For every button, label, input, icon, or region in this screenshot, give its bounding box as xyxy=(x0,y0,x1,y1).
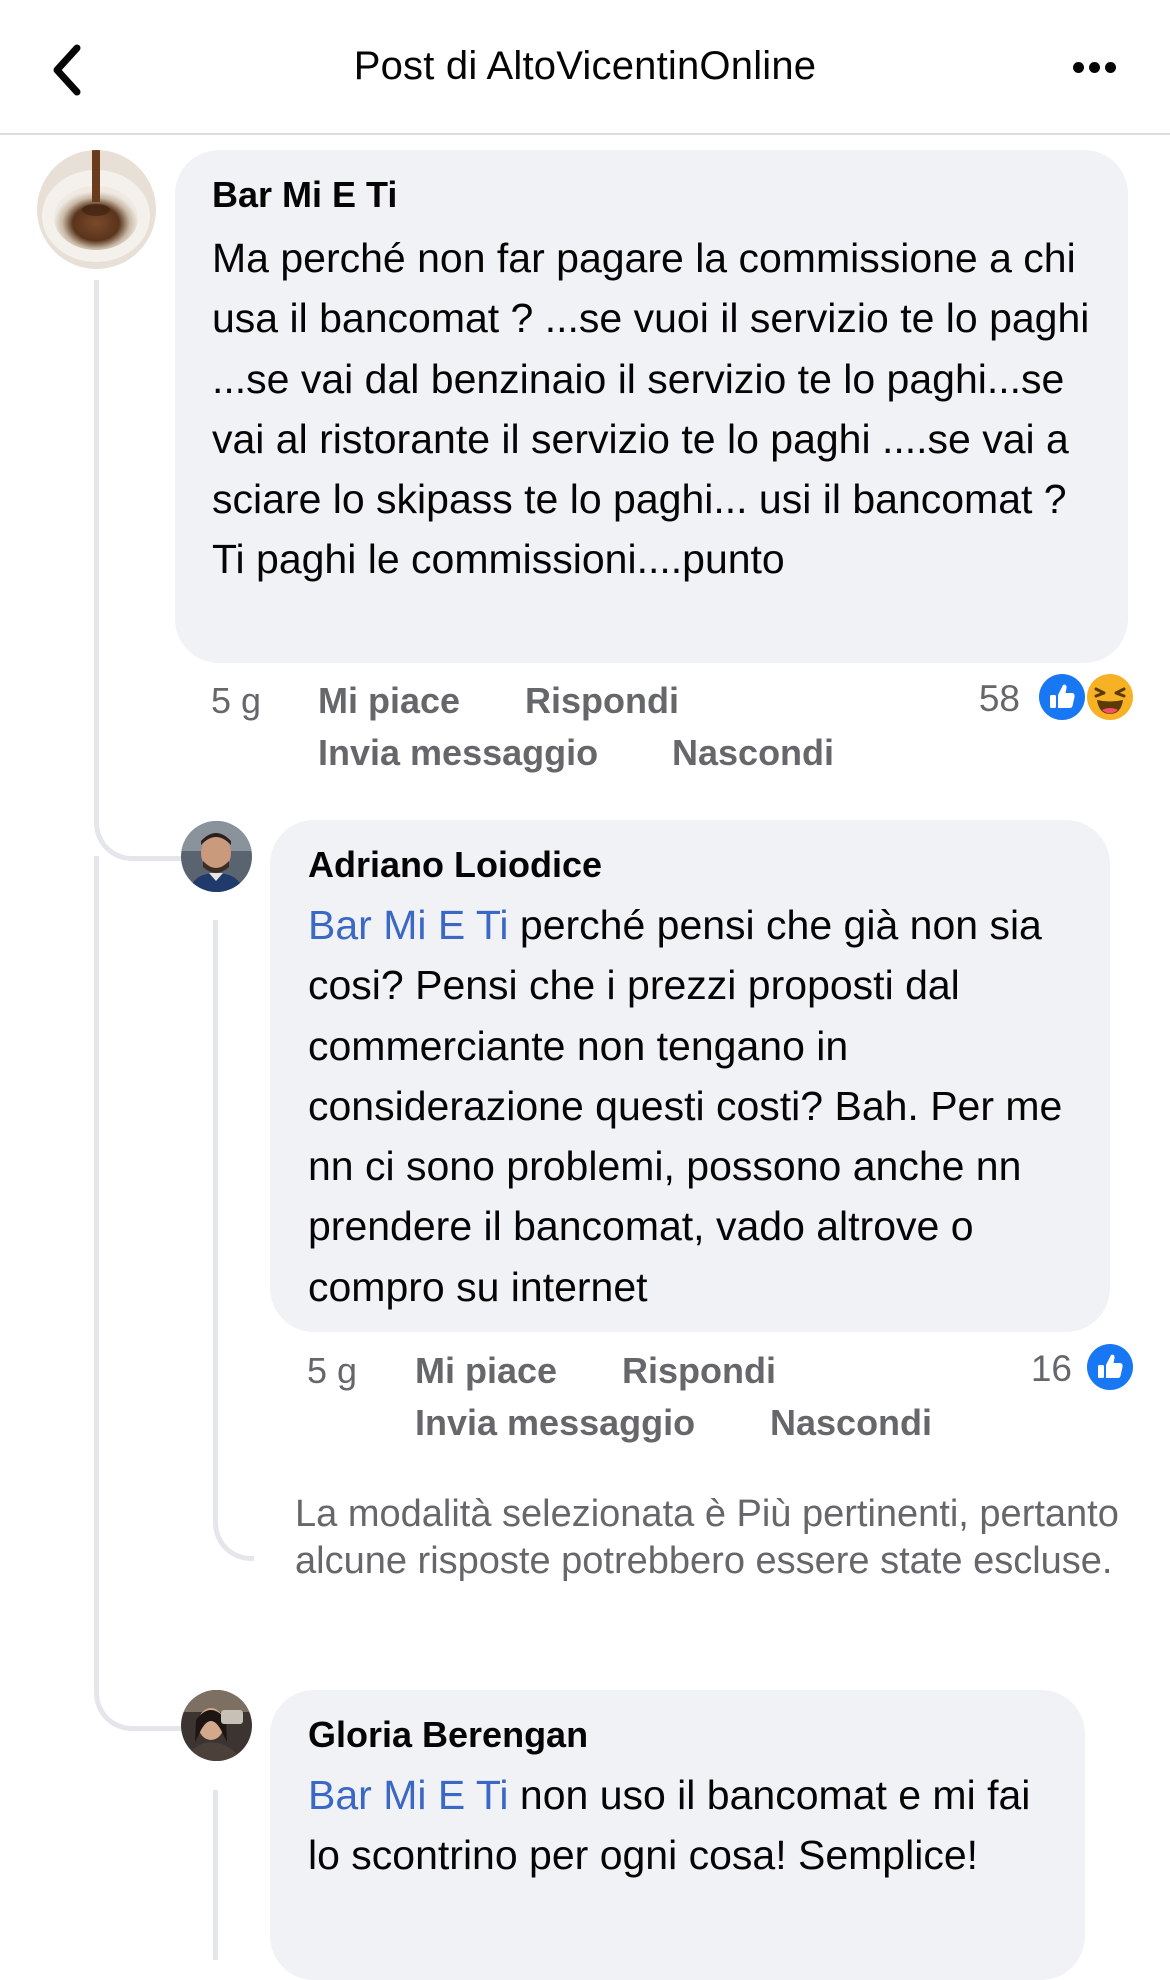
comment-bubble: Adriano Loiodice Bar Mi E Ti perché pens… xyxy=(270,820,1110,1332)
more-dots-icon xyxy=(1073,62,1084,73)
mention-link[interactable]: Bar Mi E Ti xyxy=(308,902,508,948)
comment-time[interactable]: 5 g xyxy=(307,1350,357,1392)
thread-connector xyxy=(94,1640,189,1731)
mention-link[interactable]: Bar Mi E Ti xyxy=(308,1772,508,1818)
comment-author[interactable]: Gloria Berengan xyxy=(308,1714,588,1756)
send-message-button[interactable]: Invia messaggio xyxy=(318,732,598,774)
thread-line xyxy=(213,1790,218,1960)
reaction-count[interactable]: 58 xyxy=(940,678,1020,720)
like-icon[interactable] xyxy=(1086,1343,1134,1391)
reply-button[interactable]: Rispondi xyxy=(525,680,679,722)
like-button[interactable]: Mi piace xyxy=(318,680,460,722)
comment-text: Bar Mi E Ti perché pensi che già non sia… xyxy=(308,895,1088,1317)
comment-body: perché pensi che già non sia cosi? Pensi… xyxy=(308,902,1063,1310)
person-avatar xyxy=(181,1690,252,1761)
reply-button[interactable]: Rispondi xyxy=(622,1350,776,1392)
avatar[interactable] xyxy=(181,821,252,892)
thread-connector xyxy=(213,920,254,1561)
comment-author[interactable]: Bar Mi E Ti xyxy=(212,174,397,216)
thread-line xyxy=(94,280,99,820)
comment-bubble: Bar Mi E Ti Ma perché non far pagare la … xyxy=(175,150,1128,663)
avatar[interactable] xyxy=(37,150,156,269)
sort-notice: La modalità selezionata è Più pertinenti… xyxy=(295,1493,1119,1582)
page-title: Post di AltoVicentinOnline xyxy=(353,44,817,88)
more-options-button[interactable] xyxy=(1065,48,1125,88)
comment-time[interactable]: 5 g xyxy=(211,680,261,722)
reaction-count[interactable]: 16 xyxy=(990,1348,1072,1390)
send-message-button[interactable]: Invia messaggio xyxy=(415,1402,695,1444)
hide-button[interactable]: Nascondi xyxy=(672,732,834,774)
comment-author[interactable]: Adriano Loiodice xyxy=(308,844,602,886)
hide-button[interactable]: Nascondi xyxy=(770,1402,932,1444)
coffee-cup-avatar xyxy=(37,150,156,269)
haha-icon[interactable] xyxy=(1086,673,1134,721)
comment-text: Bar Mi E Ti non uso il bancomat e mi fai… xyxy=(308,1765,1063,1886)
top-bar: Post di AltoVicentinOnline xyxy=(0,0,1170,135)
comment-bubble: Gloria Berengan Bar Mi E Ti non uso il b… xyxy=(270,1690,1085,1980)
thread-connector xyxy=(94,780,189,861)
thread-line xyxy=(94,856,99,1686)
comment-text: Ma perché non far pagare la commissione … xyxy=(212,235,1090,583)
avatar[interactable] xyxy=(181,1690,252,1761)
person-avatar xyxy=(181,821,252,892)
like-button[interactable]: Mi piace xyxy=(415,1350,557,1392)
like-icon[interactable] xyxy=(1038,673,1086,721)
